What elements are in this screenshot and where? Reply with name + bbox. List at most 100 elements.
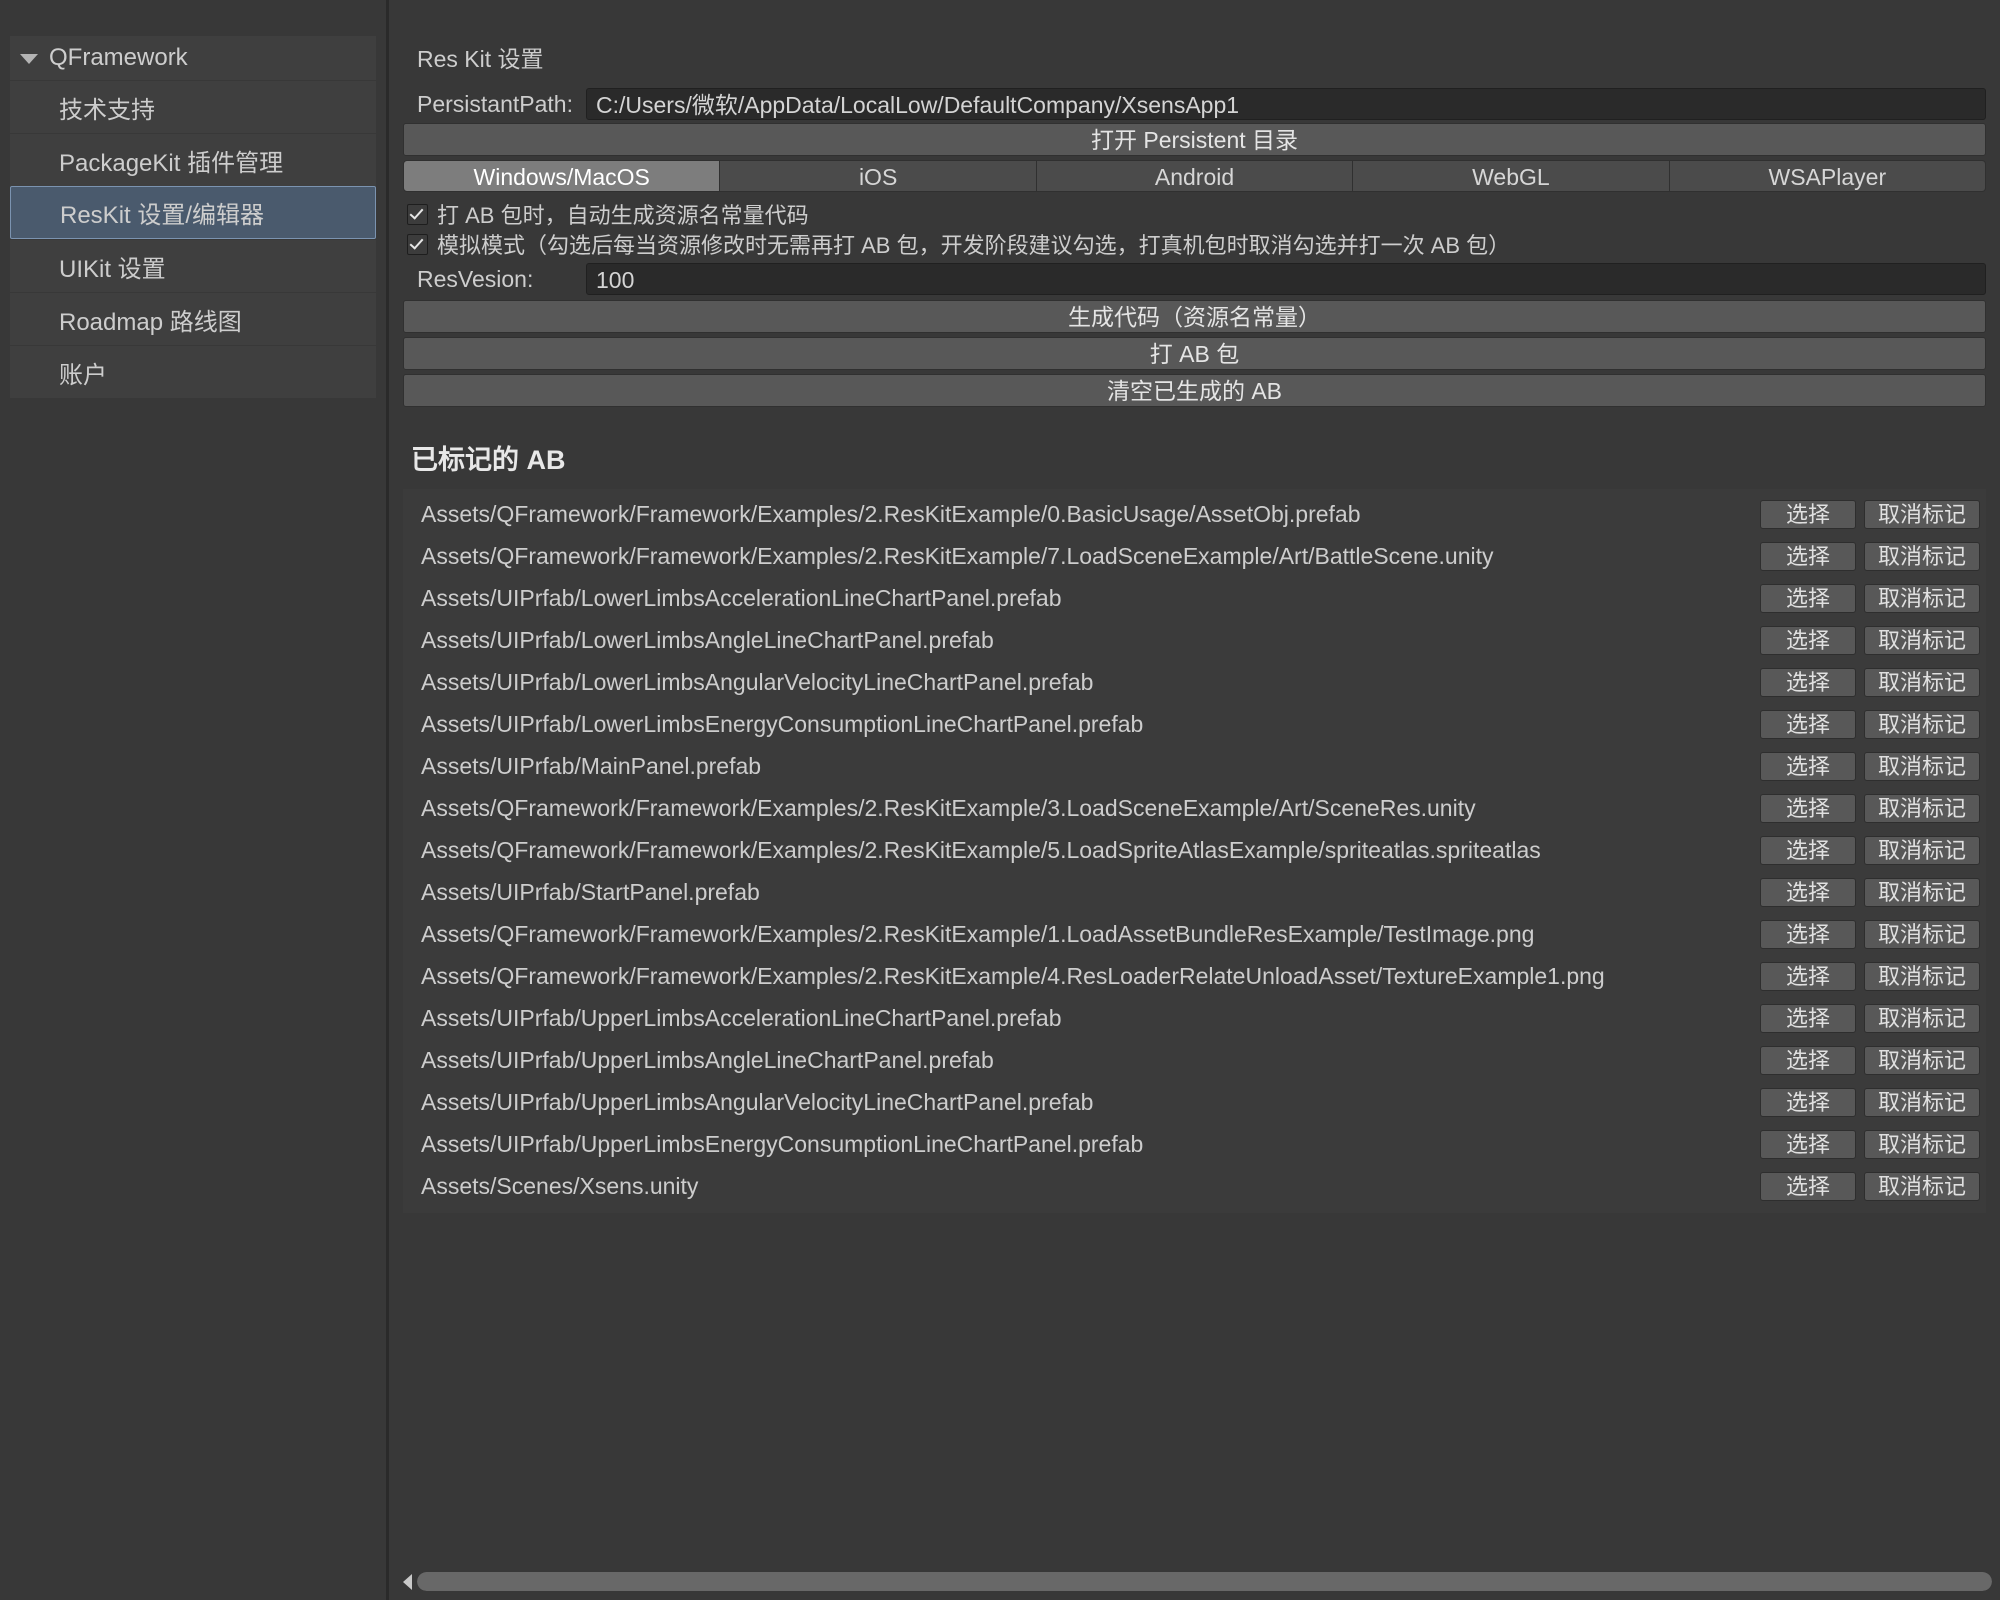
asset-row: Assets/QFramework/Framework/Examples/2.R… bbox=[403, 829, 1986, 871]
select-asset-button[interactable]: 选择 bbox=[1760, 709, 1856, 739]
asset-path: Assets/QFramework/Framework/Examples/2.R… bbox=[421, 962, 1605, 989]
asset-row: Assets/UIPrfab/StartPanel.prefab 选择 取消标记 bbox=[403, 871, 1986, 913]
unmark-asset-button[interactable]: 取消标记 bbox=[1864, 625, 1980, 655]
select-asset-button[interactable]: 选择 bbox=[1760, 1045, 1856, 1075]
platform-tab-0[interactable]: Windows/MacOS bbox=[403, 160, 721, 192]
checkbox-row-0[interactable]: 打 AB 包时，自动生成资源名常量代码 bbox=[403, 199, 1986, 229]
unmark-asset-button[interactable]: 取消标记 bbox=[1864, 835, 1980, 865]
unmark-asset-button[interactable]: 取消标记 bbox=[1864, 877, 1980, 907]
unmark-asset-button[interactable]: 取消标记 bbox=[1864, 499, 1980, 529]
unmark-asset-button[interactable]: 取消标记 bbox=[1864, 1171, 1980, 1201]
chevron-down-icon[interactable] bbox=[20, 54, 38, 64]
select-asset-button[interactable]: 选择 bbox=[1760, 667, 1856, 697]
checkbox-label: 打 AB 包时，自动生成资源名常量代码 bbox=[437, 203, 809, 228]
select-asset-button[interactable]: 选择 bbox=[1760, 835, 1856, 865]
action-button-group: 生成代码（资源名常量） 打 AB 包清空已生成的 AB bbox=[403, 300, 1986, 407]
platform-tab-3[interactable]: WebGL bbox=[1353, 160, 1670, 192]
asset-row: Assets/UIPrfab/LowerLimbsAccelerationLin… bbox=[403, 577, 1986, 619]
unmark-asset-button[interactable]: 取消标记 bbox=[1864, 1045, 1980, 1075]
unmark-asset-button[interactable]: 取消标记 bbox=[1864, 709, 1980, 739]
unmark-asset-button[interactable]: 取消标记 bbox=[1864, 961, 1980, 991]
sidebar-item-label: PackageKit 插件管理 bbox=[59, 149, 284, 177]
asset-row: Assets/Scenes/Xsens.unity 选择 取消标记 bbox=[403, 1165, 1986, 1207]
sidebar-item-label: 账户 bbox=[59, 361, 107, 389]
select-asset-button[interactable]: 选择 bbox=[1760, 751, 1856, 781]
asset-path: Assets/UIPrfab/UpperLimbsAngleLineChartP… bbox=[421, 1046, 994, 1073]
res-version-label: ResVesion: bbox=[417, 265, 534, 292]
asset-path: Assets/QFramework/Framework/Examples/2.R… bbox=[421, 836, 1541, 863]
platform-tab-4[interactable]: WSAPlayer bbox=[1669, 160, 1987, 192]
sidebar-item-5[interactable]: 账户 bbox=[10, 345, 376, 398]
sidebar-item-1[interactable]: PackageKit 插件管理 bbox=[10, 133, 376, 186]
platform-tab-1[interactable]: iOS bbox=[720, 160, 1037, 192]
asset-path: Assets/UIPrfab/UpperLimbsAccelerationLin… bbox=[421, 1004, 1062, 1031]
select-asset-button[interactable]: 选择 bbox=[1760, 625, 1856, 655]
open-persistent-dir-button[interactable]: 打开 Persistent 目录 bbox=[403, 123, 1986, 156]
unmark-asset-button[interactable]: 取消标记 bbox=[1864, 667, 1980, 697]
sidebar-item-0[interactable]: 技术支持 bbox=[10, 80, 376, 133]
action-button-0[interactable]: 生成代码（资源名常量） bbox=[403, 300, 1986, 333]
unmark-asset-button[interactable]: 取消标记 bbox=[1864, 751, 1980, 781]
asset-row: Assets/UIPrfab/MainPanel.prefab 选择 取消标记 bbox=[403, 745, 1986, 787]
asset-path: Assets/UIPrfab/UpperLimbsAngularVelocity… bbox=[421, 1088, 1094, 1115]
select-asset-button[interactable]: 选择 bbox=[1760, 1003, 1856, 1033]
sidebar-item-label: 技术支持 bbox=[59, 96, 155, 124]
checkbox-1[interactable] bbox=[407, 233, 428, 255]
asset-path: Assets/UIPrfab/MainPanel.prefab bbox=[421, 752, 762, 779]
scroll-left-arrow-icon[interactable] bbox=[403, 1573, 412, 1590]
select-asset-button[interactable]: 选择 bbox=[1760, 1129, 1856, 1159]
asset-row: Assets/QFramework/Framework/Examples/2.R… bbox=[403, 493, 1986, 535]
checkbox-0[interactable] bbox=[407, 203, 428, 225]
select-asset-button[interactable]: 选择 bbox=[1760, 793, 1856, 823]
asset-path: Assets/UIPrfab/LowerLimbsAccelerationLin… bbox=[421, 584, 1062, 611]
asset-row: Assets/UIPrfab/UpperLimbsEnergyConsumpti… bbox=[403, 1123, 1986, 1165]
asset-path: Assets/QFramework/Framework/Examples/2.R… bbox=[421, 542, 1494, 569]
sidebar-item-label: UIKit 设置 bbox=[59, 255, 166, 283]
unmark-asset-button[interactable]: 取消标记 bbox=[1864, 919, 1980, 949]
select-asset-button[interactable]: 选择 bbox=[1760, 877, 1856, 907]
select-asset-button[interactable]: 选择 bbox=[1760, 541, 1856, 571]
select-asset-button[interactable]: 选择 bbox=[1760, 499, 1856, 529]
asset-row: Assets/UIPrfab/LowerLimbsEnergyConsumpti… bbox=[403, 703, 1986, 745]
unmark-asset-button[interactable]: 取消标记 bbox=[1864, 541, 1980, 571]
scrollbar-track[interactable] bbox=[417, 1572, 1992, 1591]
persistant-path-field[interactable]: C:/Users/微软/AppData/LocalLow/DefaultComp… bbox=[586, 88, 1986, 120]
sidebar-root-qframework[interactable]: QFramework bbox=[10, 36, 376, 80]
sidebar-item-label: Roadmap 路线图 bbox=[59, 308, 242, 336]
unmark-asset-button[interactable]: 取消标记 bbox=[1864, 1003, 1980, 1033]
asset-row: Assets/UIPrfab/UpperLimbsAccelerationLin… bbox=[403, 997, 1986, 1039]
select-asset-button[interactable]: 选择 bbox=[1760, 583, 1856, 613]
asset-path: Assets/UIPrfab/LowerLimbsEnergyConsumpti… bbox=[421, 710, 1144, 737]
asset-path: Assets/QFramework/Framework/Examples/2.R… bbox=[421, 794, 1476, 821]
horizontal-scrollbar[interactable] bbox=[403, 1571, 1992, 1592]
asset-row: Assets/UIPrfab/LowerLimbsAngleLineChartP… bbox=[403, 619, 1986, 661]
platform-tab-2[interactable]: Android bbox=[1036, 160, 1354, 192]
marked-ab-heading: 已标记的 AB bbox=[411, 445, 566, 475]
marked-asset-list: Assets/QFramework/Framework/Examples/2.R… bbox=[403, 489, 1986, 1213]
asset-path: Assets/UIPrfab/UpperLimbsEnergyConsumpti… bbox=[421, 1130, 1144, 1157]
select-asset-button[interactable]: 选择 bbox=[1760, 919, 1856, 949]
sidebar-item-3[interactable]: UIKit 设置 bbox=[10, 239, 376, 292]
scrollbar-thumb[interactable] bbox=[417, 1572, 1992, 1591]
asset-row: Assets/UIPrfab/UpperLimbsAngleLineChartP… bbox=[403, 1039, 1986, 1081]
sidebar-item-list: 技术支持 PackageKit 插件管理 ResKit 设置/编辑器 UIKit 设置… bbox=[10, 80, 376, 398]
asset-row: Assets/QFramework/Framework/Examples/2.R… bbox=[403, 787, 1986, 829]
res-version-row: ResVesion: 100 bbox=[403, 263, 1986, 295]
action-button-1[interactable]: 打 AB 包 bbox=[403, 337, 1986, 370]
unmark-asset-button[interactable]: 取消标记 bbox=[1864, 1129, 1980, 1159]
persistant-path-label: PersistantPath: bbox=[417, 90, 573, 117]
asset-path: Assets/QFramework/Framework/Examples/2.R… bbox=[421, 500, 1361, 527]
sidebar-item-2[interactable]: ResKit 设置/编辑器 bbox=[10, 186, 376, 239]
asset-path: Assets/UIPrfab/LowerLimbsAngularVelocity… bbox=[421, 668, 1094, 695]
res-version-field[interactable]: 100 bbox=[586, 263, 1986, 295]
sidebar-item-4[interactable]: Roadmap 路线图 bbox=[10, 292, 376, 345]
action-button-2[interactable]: 清空已生成的 AB bbox=[403, 374, 1986, 407]
checkbox-row-1[interactable]: 模拟模式（勾选后每当资源修改时无需再打 AB 包，开发阶段建议勾选，打真机包时取… bbox=[403, 229, 1986, 259]
select-asset-button[interactable]: 选择 bbox=[1760, 1171, 1856, 1201]
page-title: Res Kit 设置 bbox=[417, 46, 544, 72]
select-asset-button[interactable]: 选择 bbox=[1760, 1087, 1856, 1117]
unmark-asset-button[interactable]: 取消标记 bbox=[1864, 1087, 1980, 1117]
unmark-asset-button[interactable]: 取消标记 bbox=[1864, 793, 1980, 823]
select-asset-button[interactable]: 选择 bbox=[1760, 961, 1856, 991]
unmark-asset-button[interactable]: 取消标记 bbox=[1864, 583, 1980, 613]
